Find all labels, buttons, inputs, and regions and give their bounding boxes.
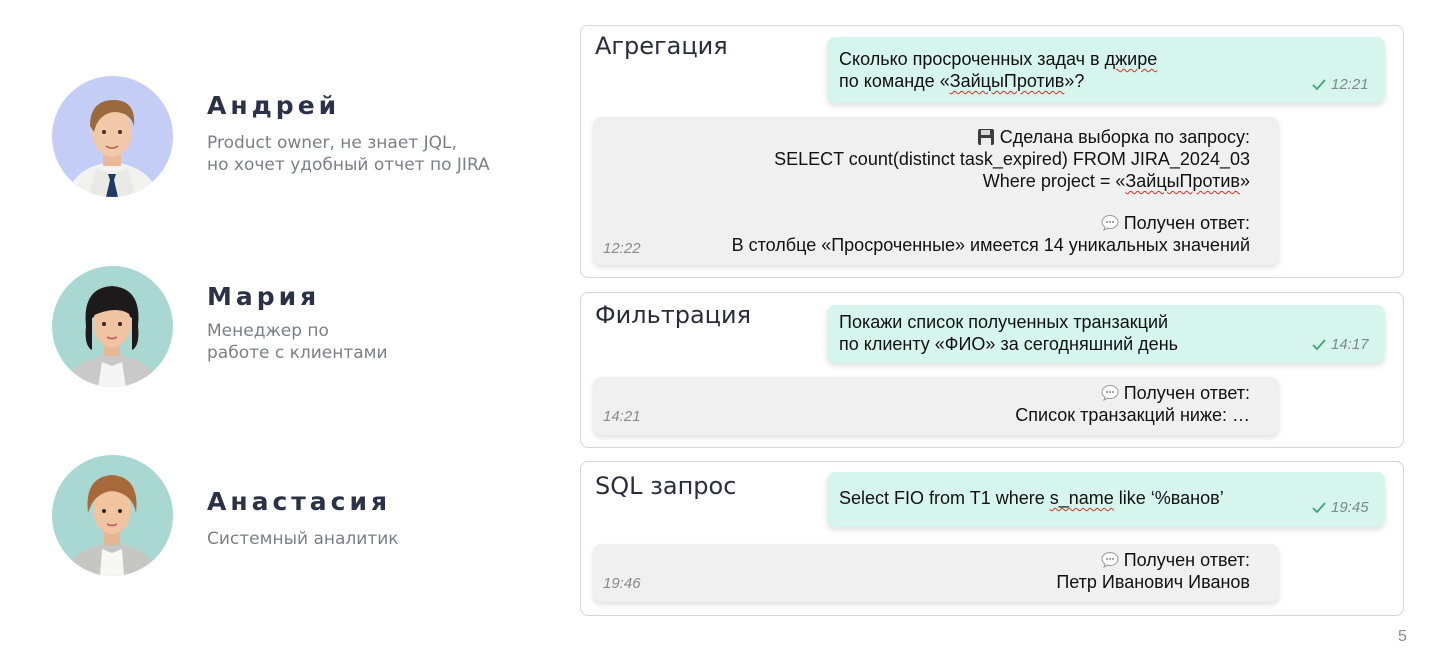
question-text-line: Покажи список полученных транзакций [839, 312, 1169, 332]
card-title: Агрегация [595, 32, 728, 60]
persona-name: Анастасия [207, 487, 392, 516]
answer-label-line: Получен ответ: [1101, 382, 1250, 404]
persona-name: Андрей [207, 91, 341, 120]
card-title: SQL запрос [595, 472, 737, 500]
sql-text: Where project = « [982, 171, 1126, 191]
answer-text: Список транзакций ниже: … [1015, 405, 1250, 425]
question-text: Select FIO from T1 where [839, 488, 1050, 508]
question-text-line: по клиенту «ФИО» за сегодняшний день [839, 334, 1179, 354]
answer-text: В столбце «Просроченные» имеется 14 уник… [731, 235, 1250, 255]
question-bubble: Сколько просроченных задач в джире по ко… [827, 37, 1385, 103]
answer-label-line: Получен ответ: [1101, 212, 1250, 234]
answer-bubble: Сделана выборка по запросу: SELECT count… [593, 117, 1279, 265]
speech-bubble-icon [1101, 215, 1119, 231]
persona-name: Мария [207, 282, 321, 311]
avatar-andrey [52, 76, 173, 197]
card-title: Фильтрация [595, 301, 752, 329]
avatar-anastasia [52, 455, 173, 576]
question-timestamp: 14:17 [1331, 336, 1369, 353]
answer-timestamp: 19:46 [603, 575, 641, 592]
sent-check-icon [1312, 339, 1326, 351]
persona-description-line: Product owner, не знает JQL, [207, 133, 457, 153]
question-timestamp: 12:21 [1331, 76, 1369, 93]
answer-label: Получен ответ: [1123, 550, 1250, 570]
answer-sql-label: Сделана выборка по запросу: [999, 127, 1250, 147]
answer-label: Получен ответ: [1123, 383, 1250, 403]
sql-text: » [1239, 171, 1250, 191]
question-text: like ‘%ванов’ [1113, 488, 1224, 508]
sent-check-icon [1312, 502, 1326, 514]
question-bubble: Select FIO from T1 where s_name like ‘%в… [827, 472, 1385, 527]
persona-description-line: Менеджер по [207, 321, 329, 341]
avatar-maria [52, 266, 173, 387]
answer-text: Петр Иванович Иванов [1056, 572, 1250, 592]
answer-bubble: Получен ответ: Петр Иванович Иванов 19:4… [593, 544, 1279, 602]
answer-timestamp: 12:22 [603, 240, 641, 257]
answer-sql-line-1: SELECT count(distinct task_expired) FROM… [774, 149, 1250, 169]
speech-bubble-icon [1101, 552, 1119, 568]
answer-sql-label-line: Сделана выборка по запросу: [977, 126, 1250, 148]
question-text-line: Сколько просроченных задач в джире [839, 49, 1158, 69]
answer-timestamp: 14:21 [603, 408, 641, 425]
question-text-line: Select FIO from T1 where s_name like ‘%в… [839, 487, 1224, 509]
sent-check-icon [1312, 79, 1326, 91]
floppy-disk-icon [977, 129, 994, 145]
persona-description-line: работе с клиентами [207, 343, 388, 363]
question-text-underlined: s_name [1049, 488, 1114, 508]
page-number: 5 [1398, 628, 1407, 645]
chat-card-filtering: Фильтрация Покажи список полученных тран… [580, 292, 1404, 448]
question-timestamp: 19:45 [1331, 499, 1369, 516]
question-text-line: по команде «ЗайцыПротив»? [839, 71, 1085, 91]
answer-bubble: Получен ответ: Список транзакций ниже: …… [593, 377, 1279, 435]
sql-project-name: ЗайцыПротив [1125, 171, 1240, 191]
speech-bubble-icon [1101, 385, 1119, 401]
question-bubble: Покажи список полученных транзакций по к… [827, 305, 1385, 363]
chat-card-sql-query: SQL запрос Select FIO from T1 where s_na… [580, 461, 1404, 616]
answer-label: Получен ответ: [1123, 213, 1250, 233]
persona-description-line: но хочет удобный отчет по JIRA [207, 155, 490, 175]
answer-label-line: Получен ответ: [1101, 549, 1250, 571]
answer-sql-line-2: Where project = «ЗайцыПротив» [983, 170, 1250, 192]
chat-card-aggregation: Агрегация Сколько просроченных задач в д… [580, 25, 1404, 278]
persona-description-line: Системный аналитик [207, 529, 399, 549]
